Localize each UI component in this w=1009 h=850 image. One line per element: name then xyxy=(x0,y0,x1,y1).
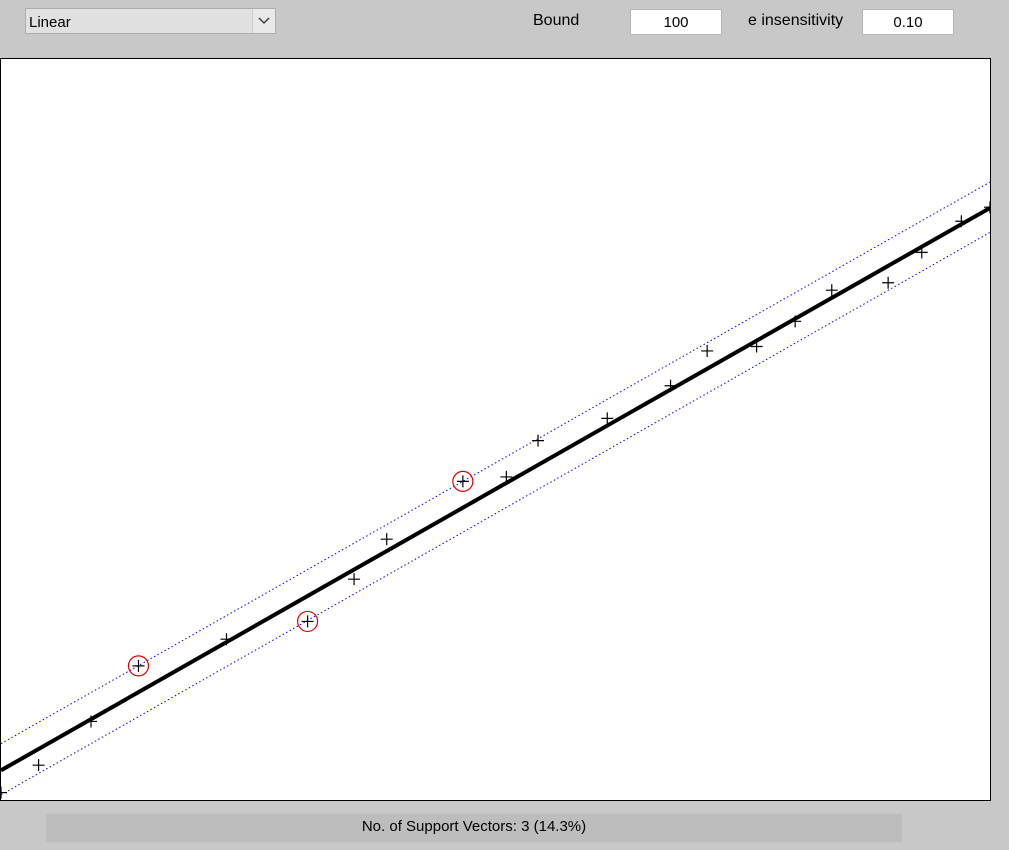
regression-line xyxy=(1,206,990,773)
tube-lower-line xyxy=(1,231,990,796)
data-point xyxy=(301,615,314,628)
data-point xyxy=(348,573,361,586)
plot-area[interactable] xyxy=(0,58,991,801)
support-vector-count: No. of Support Vectors: 3 (14.3%) xyxy=(361,818,587,835)
regression-chart[interactable] xyxy=(1,59,990,800)
status-bar: No. of Support Vectors: 3 (14.3%) xyxy=(46,814,902,842)
data-point xyxy=(882,276,895,289)
data-point xyxy=(532,434,545,447)
kernel-select[interactable]: Linear xyxy=(25,8,276,34)
data-point xyxy=(701,344,714,357)
data-point xyxy=(132,659,145,672)
data-point xyxy=(380,533,393,546)
tube-upper-line xyxy=(1,181,990,745)
dropdown-button[interactable] xyxy=(252,9,275,33)
epsilon-input[interactable] xyxy=(862,9,954,35)
epsilon-label: e insensitivity xyxy=(748,12,844,29)
data-point xyxy=(1,786,7,799)
bound-label: Bound xyxy=(533,12,580,29)
kernel-select-value: Linear xyxy=(29,14,71,31)
data-point xyxy=(456,475,469,488)
bound-input[interactable] xyxy=(630,9,722,35)
data-point xyxy=(32,759,45,772)
chevron-down-icon xyxy=(258,17,270,24)
